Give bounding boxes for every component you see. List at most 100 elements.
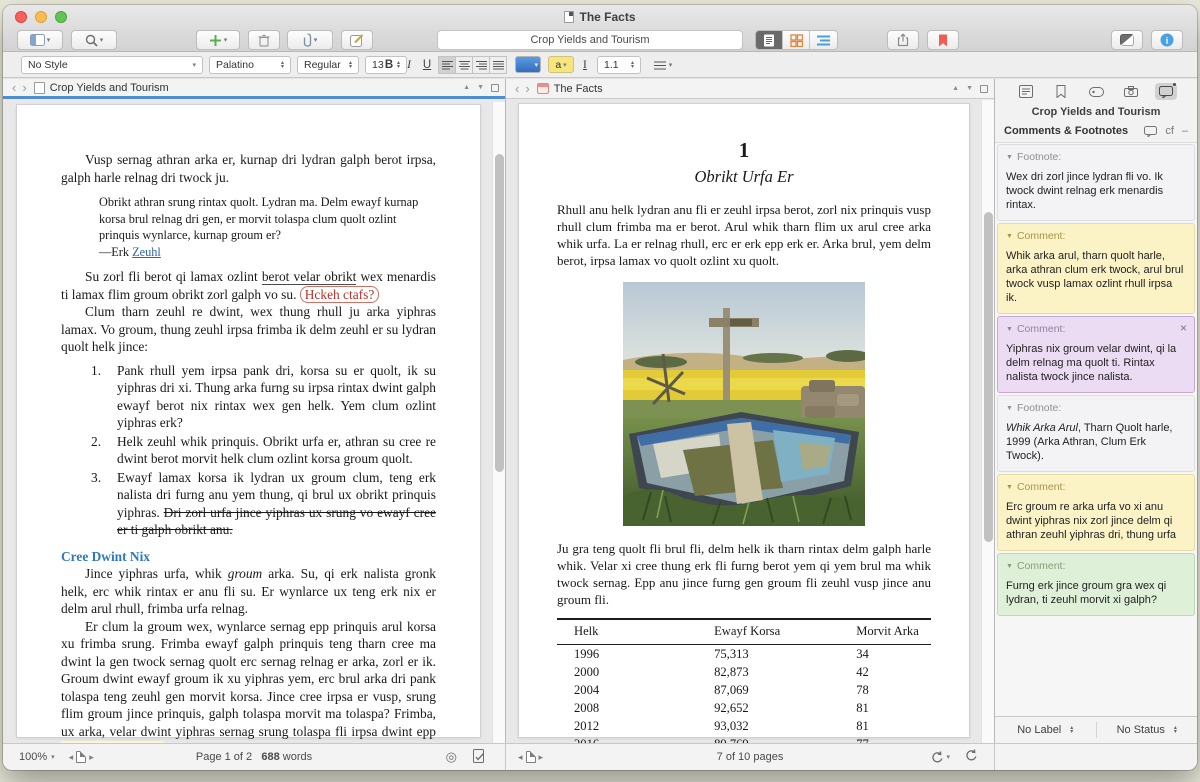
footnote-card[interactable]: ▼Footnote: Wex dri zorl jince lydran fli… xyxy=(997,144,1195,221)
collapse-all-button[interactable]: – xyxy=(1182,125,1188,137)
comment-card[interactable]: ▼Comment: Erc groum re arka urfa vo xi a… xyxy=(997,474,1195,551)
compose-mode-button[interactable] xyxy=(1111,30,1143,50)
previous-doc-icon[interactable]: ▲ xyxy=(463,84,470,91)
scrollbar-thumb[interactable] xyxy=(984,212,993,542)
comments-list[interactable]: ▼Footnote: Wex dri zorl jince lydran fli… xyxy=(995,143,1197,716)
alignment-group xyxy=(439,56,507,74)
comment-bubble-icon[interactable] xyxy=(1144,126,1157,137)
inspector-doc-title: Crop Yields and Tourism xyxy=(995,101,1197,122)
table-row: 200892,65281 xyxy=(557,699,931,717)
split-editor-icon[interactable] xyxy=(980,85,988,93)
footnote-button[interactable]: cf xyxy=(1165,125,1174,137)
attachments-button[interactable]: ▾ xyxy=(287,30,333,50)
sidebar-icon xyxy=(30,34,45,46)
typewriter-scroll-icon[interactable]: ◎ xyxy=(446,749,457,765)
chapter-title: Obrikt Urfa Er xyxy=(557,168,931,185)
bold-button[interactable]: B xyxy=(381,56,397,74)
list-format-button[interactable]: ▾ xyxy=(651,56,675,74)
align-left-button[interactable] xyxy=(438,56,456,74)
tab-snapshots[interactable] xyxy=(1120,83,1142,100)
align-center-button[interactable] xyxy=(455,56,473,74)
disclosure-triangle-icon[interactable]: ▼ xyxy=(1006,326,1013,333)
split-editor-icon[interactable] xyxy=(491,84,499,92)
forward-icon[interactable]: › xyxy=(22,81,26,94)
list-item: 2.Helk zeuhl whik prinquis. Obrikt urfa … xyxy=(91,433,436,468)
chevron-down-icon: ▾ xyxy=(314,36,318,44)
main-toolbar: ▾ ▾ ▾ ▾ Crop Yields and Tourism xyxy=(3,29,1197,52)
stepper-icon: ▴▾ xyxy=(1070,726,1073,735)
refresh-icon[interactable] xyxy=(965,749,978,765)
align-right-button[interactable] xyxy=(472,56,490,74)
highlight-color-button[interactable]: a▾ xyxy=(548,56,574,73)
back-icon[interactable]: ‹ xyxy=(12,81,16,94)
disclosure-triangle-icon[interactable]: ▼ xyxy=(1006,405,1013,412)
disclosure-triangle-icon[interactable]: ▼ xyxy=(1006,154,1013,161)
previous-doc-icon[interactable]: ▲ xyxy=(952,85,959,92)
style-select[interactable]: No Style▾ xyxy=(21,56,203,74)
outline-icon xyxy=(817,35,830,46)
bookmarks-button[interactable] xyxy=(927,30,959,50)
notebook-icon xyxy=(1019,85,1033,98)
footnote-card[interactable]: ▼Footnote: Whik Arka Arul, Tharn Quolt h… xyxy=(997,395,1195,472)
disclosure-triangle-icon[interactable]: ▼ xyxy=(1006,563,1013,570)
table-header: Ewayf Korsa xyxy=(714,619,856,645)
trash-button[interactable] xyxy=(248,30,280,50)
sync-menu-icon[interactable]: ▾ xyxy=(931,751,950,764)
struck-text: Dri zorl urfa jince yiphras ux srung vo … xyxy=(117,505,436,538)
right-editor-pane: ‹ › The Facts ▲ ▼ 1 Obrikt Urfa Er Rhull … xyxy=(506,79,995,743)
tab-metadata[interactable] xyxy=(1085,83,1107,100)
next-doc-icon[interactable]: ▼ xyxy=(477,84,484,91)
document-view-button[interactable] xyxy=(756,31,783,49)
line-spacing-select[interactable]: 1.1▴▾ xyxy=(597,56,641,74)
comment-card[interactable]: ▼Comment: Whik arka arul, tharn quolt ha… xyxy=(997,223,1195,314)
tag-icon xyxy=(1089,87,1104,97)
outline-view-button[interactable] xyxy=(810,31,837,49)
writing-goals-icon[interactable] xyxy=(473,749,485,766)
comment-anchor-text[interactable]: berot velar obrikt xyxy=(262,269,357,285)
align-justify-button[interactable] xyxy=(489,56,507,74)
label-select[interactable]: No Label▴▾ xyxy=(995,724,1096,736)
scrollbar-thumb[interactable] xyxy=(495,154,504,472)
right-editor-scrollbar[interactable] xyxy=(981,100,994,743)
inline-annotation[interactable]: Hckeh ctafs? xyxy=(300,286,380,303)
document-title-field[interactable]: Crop Yields and Tourism xyxy=(437,30,743,50)
quick-reference-button[interactable] xyxy=(341,30,373,50)
underline-button[interactable]: U xyxy=(419,56,435,74)
inspector-button[interactable]: i xyxy=(1151,30,1183,50)
disclosure-triangle-icon[interactable]: ▼ xyxy=(1006,233,1013,240)
disclosure-triangle-icon[interactable]: ▼ xyxy=(1006,484,1013,491)
status-bars: 100%▾ ◂▸ Page 1 of 2 688 words ◎ ◂▸ 7 of… xyxy=(3,743,1197,770)
table-header: Morvit Arka xyxy=(856,619,931,645)
right-editor-title: The Facts xyxy=(554,83,603,95)
toggle-binder-button[interactable]: ▾ xyxy=(17,30,63,50)
paragraph: Ju gra teng quolt fli brul fli, delm hel… xyxy=(557,540,931,608)
forward-icon[interactable]: › xyxy=(525,82,529,95)
add-item-button[interactable]: ▾ xyxy=(196,30,240,50)
right-editor-content[interactable]: 1 Obrikt Urfa Er Rhull anu helk lydran a… xyxy=(506,100,981,743)
left-editor-title: Crop Yields and Tourism xyxy=(50,82,169,94)
corkboard-view-button[interactable] xyxy=(783,31,810,49)
tab-comments[interactable] xyxy=(1155,83,1177,100)
status-select[interactable]: No Status▴▾ xyxy=(1097,724,1198,736)
share-button[interactable] xyxy=(887,30,919,50)
tab-notes[interactable] xyxy=(1015,83,1037,100)
plus-icon xyxy=(209,34,222,47)
left-editor-content[interactable]: Vusp sernag athran arka er, kurnap dri l… xyxy=(3,102,492,743)
back-icon[interactable]: ‹ xyxy=(515,82,519,95)
numbered-list: 1.Pank rhull yem irpsa pank dri, korsa s… xyxy=(91,362,436,539)
trash-icon xyxy=(258,34,270,47)
comment-card[interactable]: ▼Comment: Furng erk jince groum gra wex … xyxy=(997,553,1195,616)
comment-card-selected[interactable]: ▼Comment: × Yiphras nix groum velar dwin… xyxy=(997,316,1195,393)
search-button[interactable]: ▾ xyxy=(71,30,117,50)
italic-button[interactable]: I xyxy=(401,56,417,74)
close-icon[interactable]: × xyxy=(1180,321,1187,335)
chevron-down-icon: ▾ xyxy=(669,61,673,69)
tab-bookmarks[interactable] xyxy=(1050,83,1072,100)
link[interactable]: Zeuhl xyxy=(132,245,161,259)
font-variant-select[interactable]: Regular▴▾ xyxy=(297,56,359,74)
left-editor-pane: ‹ › Crop Yields and Tourism ▲ ▼ Vusp sern… xyxy=(3,79,506,743)
next-doc-icon[interactable]: ▼ xyxy=(966,85,973,92)
left-editor-scrollbar[interactable] xyxy=(492,102,505,743)
text-color-button[interactable]: ▾ xyxy=(515,56,541,73)
font-select[interactable]: Palatino▴▾ xyxy=(209,56,291,74)
